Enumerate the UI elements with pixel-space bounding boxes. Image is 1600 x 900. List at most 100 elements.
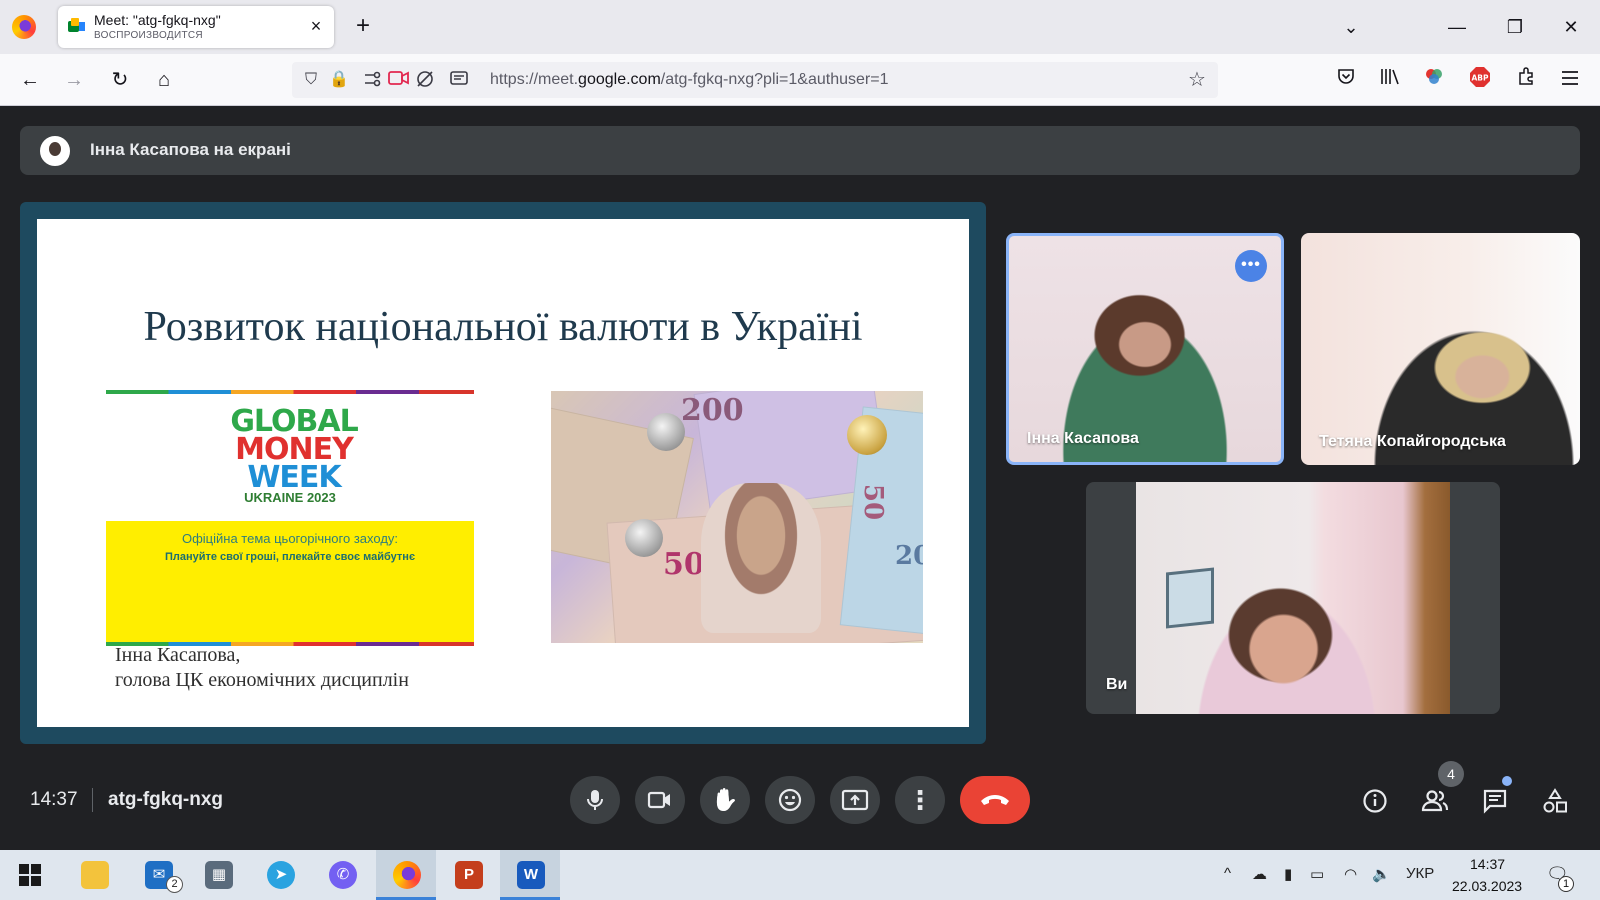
tab-close-icon[interactable]: × xyxy=(306,16,326,36)
browser-tab-meet[interactable]: Meet: "atg-fgkq-nxg" ВОСПРОИЗВОДИТСЯ × xyxy=(58,6,334,48)
divider xyxy=(92,788,93,812)
folder-icon xyxy=(81,861,109,889)
more-options-button[interactable]: ⋮ xyxy=(895,776,945,824)
close-window-button[interactable]: ✕ xyxy=(1556,12,1586,42)
theme-label: Офіційна тема цьогорічного заходу: xyxy=(181,531,399,546)
presenter-avatar xyxy=(40,136,70,166)
presenting-text: Інна Касапова на екрані xyxy=(90,140,291,159)
camera-icon xyxy=(647,791,670,809)
firefox-icon xyxy=(393,861,421,889)
hand-icon: ✋ xyxy=(711,787,739,812)
people-icon xyxy=(1421,790,1449,812)
home-button[interactable]: ⌂ xyxy=(150,66,178,94)
firefox-taskbar-app[interactable] xyxy=(376,850,436,900)
tracking-protection-shield-icon[interactable]: ⛉ xyxy=(300,69,322,91)
participant-more-options-button[interactable]: ••• xyxy=(1235,250,1267,282)
participant-tile-tetiana[interactable]: Тетяна Копайгородська xyxy=(1301,233,1580,465)
url-text[interactable]: https://meet.google.com/atg-fgkq-nxg?pli… xyxy=(490,71,888,89)
people-button[interactable] xyxy=(1418,784,1452,818)
minimize-window-button[interactable]: — xyxy=(1442,12,1472,42)
wall-picture xyxy=(1166,567,1214,629)
extensions-icon[interactable] xyxy=(1512,66,1540,94)
global-money-week-logo-card: GLOBAL MONEY WEEK UKRAINE 2023 Офіційна … xyxy=(106,390,474,646)
hryvnia-banknotes-image: 200 50 50 20 xyxy=(551,391,923,643)
mail-taskbar-app[interactable]: ✉ 2 xyxy=(128,850,188,900)
telegram-icon: ➤ xyxy=(267,861,295,889)
meeting-details-button[interactable] xyxy=(1358,784,1392,818)
emoji-icon xyxy=(778,788,802,812)
notifications-count-badge: 1 xyxy=(1558,876,1574,892)
activities-button[interactable] xyxy=(1538,784,1572,818)
back-button[interactable]: ← xyxy=(16,66,44,94)
color-stripe-top xyxy=(106,390,474,394)
more-vert-icon: ⋮ xyxy=(907,785,933,815)
slide-title: Розвиток національної валюти в Україні xyxy=(143,304,863,350)
theme-box: Офіційна тема цьогорічного заходу: Плану… xyxy=(106,521,474,642)
chat-icon xyxy=(1483,789,1507,814)
list-all-tabs-icon[interactable]: ⌄ xyxy=(1336,12,1366,42)
microphone-tray-icon[interactable]: ▮ xyxy=(1284,865,1292,883)
svg-text:ABP: ABP xyxy=(1471,74,1489,83)
pocket-icon[interactable] xyxy=(1332,66,1360,94)
participant-tile-self[interactable]: Ви xyxy=(1086,482,1500,714)
microphone-icon xyxy=(587,790,603,810)
slide-author: Інна Касапова, голова ЦК економічних дис… xyxy=(115,644,409,691)
participant-name: Інна Касапова xyxy=(1027,430,1139,447)
wifi-icon[interactable]: ◠ xyxy=(1344,865,1357,883)
bookmark-star-icon[interactable]: ☆ xyxy=(1186,69,1208,91)
presenting-banner: Інна Касапова на екрані xyxy=(20,126,1580,175)
global-money-week-logo: GLOBAL MONEY WEEK xyxy=(230,404,358,495)
autoplay-blocked-icon[interactable] xyxy=(414,69,436,91)
onedrive-cloud-icon[interactable]: ☁ xyxy=(1252,865,1267,883)
app-menu-icon[interactable] xyxy=(1556,66,1584,94)
show-hidden-icons-chevron-icon[interactable]: ^ xyxy=(1224,865,1231,882)
raise-hand-button[interactable]: ✋ xyxy=(700,776,750,824)
participants-count-badge: 4 xyxy=(1438,761,1464,787)
reactions-button[interactable] xyxy=(765,776,815,824)
powerpoint-taskbar-app[interactable]: P xyxy=(438,850,498,900)
taskbar-clock-date[interactable]: 22.03.2023 xyxy=(1452,878,1522,894)
battery-icon[interactable]: ▭ xyxy=(1310,865,1324,883)
camera-sharing-icon[interactable] xyxy=(388,69,410,91)
microphone-button[interactable] xyxy=(570,776,620,824)
telegram-taskbar-app[interactable]: ➤ xyxy=(250,850,310,900)
leave-call-button[interactable] xyxy=(960,776,1030,824)
tab-playing-label: ВОСПРОИЗВОДИТСЯ xyxy=(94,30,203,41)
restore-window-button[interactable]: ❐ xyxy=(1500,12,1530,42)
windows-taskbar: ✉ 2 ▦ ➤ ✆ P W ^ ☁ ▮ ▭ ◠ 🔈 УКР xyxy=(0,850,1600,900)
volume-icon[interactable]: 🔈 xyxy=(1372,865,1391,883)
word-icon: W xyxy=(517,861,545,889)
shared-screen[interactable]: Розвиток національної валюти в Україні G… xyxy=(20,202,986,744)
browser-nav-bar: ← → ↻ ⌂ ⛉ 🔒 https://meet.google.com/atg-… xyxy=(0,54,1600,106)
permissions-icon[interactable] xyxy=(362,69,384,91)
input-language-indicator[interactable]: УКР xyxy=(1406,865,1434,882)
start-button[interactable] xyxy=(0,850,60,900)
chat-button[interactable] xyxy=(1478,784,1512,818)
new-tab-button[interactable]: + xyxy=(350,13,376,39)
calculator-icon: ▦ xyxy=(205,861,233,889)
participant-tile-inna[interactable]: ••• Інна Касапова xyxy=(1006,233,1284,465)
address-bar[interactable]: ⛉ 🔒 https://meet.google.com/atg-fgkq-nxg… xyxy=(292,62,1218,98)
library-icon[interactable] xyxy=(1376,66,1404,94)
logo-country-label: UKRAINE 2023 xyxy=(244,490,336,505)
color-extension-icon[interactable] xyxy=(1420,66,1448,94)
forward-button[interactable]: → xyxy=(60,66,88,94)
calculator-taskbar-app[interactable]: ▦ xyxy=(188,850,248,900)
camera-button[interactable] xyxy=(635,776,685,824)
viber-icon: ✆ xyxy=(329,861,357,889)
reload-button[interactable]: ↻ xyxy=(106,66,134,94)
present-screen-button[interactable] xyxy=(830,776,880,824)
adblock-plus-icon[interactable]: ABP xyxy=(1466,66,1494,94)
browser-tab-strip: Meet: "atg-fgkq-nxg" ВОСПРОИЗВОДИТСЯ × +… xyxy=(0,0,1600,54)
site-lock-icon[interactable]: 🔒 xyxy=(328,69,350,91)
taskbar-clock-time[interactable]: 14:37 xyxy=(1470,856,1505,872)
banknote-portrait xyxy=(701,483,821,633)
tab-title: Meet: "atg-fgkq-nxg" xyxy=(94,12,221,28)
banknote-20: 20 xyxy=(895,541,923,571)
word-taskbar-app[interactable]: W xyxy=(500,850,560,900)
participant-name: Ви xyxy=(1106,676,1128,693)
reader-view-icon[interactable] xyxy=(448,69,470,91)
firefox-menu-icon[interactable] xyxy=(12,15,36,39)
viber-taskbar-app[interactable]: ✆ xyxy=(312,850,372,900)
file-explorer-taskbar-app[interactable] xyxy=(64,850,124,900)
